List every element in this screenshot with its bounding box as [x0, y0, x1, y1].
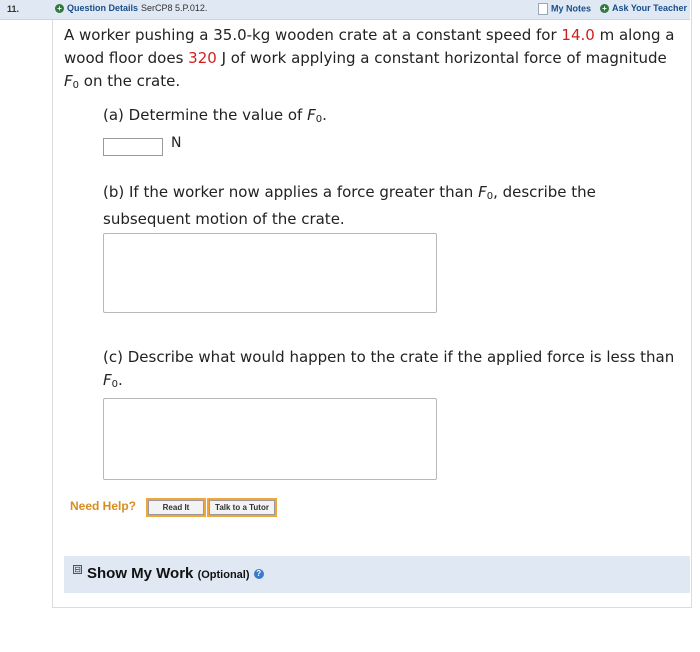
- part-c-answer-textarea[interactable]: [103, 398, 437, 480]
- part-a-unit: N: [171, 135, 182, 151]
- collapse-toggle-icon[interactable]: ⊟: [73, 565, 82, 574]
- force-variable: F: [103, 371, 112, 389]
- question-details-label: Question Details: [67, 3, 139, 13]
- help-icon[interactable]: ?: [253, 569, 264, 580]
- question-header-bar: 11. + Question Details SerCP8 5.P.012. My …: [0, 0, 690, 20]
- part-c-end: .: [118, 371, 123, 389]
- part-a-answer-input[interactable]: [103, 138, 163, 156]
- work-value: 320: [188, 49, 217, 67]
- question-number: 11.: [7, 4, 20, 14]
- part-a-end: .: [322, 106, 327, 124]
- question-text: A worker pushing a 35.0-kg wooden crate …: [64, 24, 684, 97]
- my-notes-label: My Notes: [551, 3, 592, 14]
- talk-to-tutor-button[interactable]: Talk to a Tutor: [207, 498, 277, 517]
- question-details-link[interactable]: + Question Details SerCP8 5.P.012.: [55, 3, 208, 14]
- plus-circle-icon: +: [55, 4, 64, 14]
- part-c-prompt: (c) Describe what would happen to the cr…: [103, 346, 683, 396]
- ask-teacher-link[interactable]: + Ask Your Teacher: [600, 3, 688, 14]
- question-code: SerCP8 5.P.012.: [141, 3, 208, 13]
- force-variable: F: [478, 183, 487, 201]
- part-a-text: (a) Determine the value of: [103, 106, 308, 124]
- my-notes-link[interactable]: My Notes: [538, 3, 591, 15]
- notepad-icon: [538, 3, 548, 15]
- show-my-work-label: Show My Work: [87, 565, 194, 582]
- need-help-label: Need Help?: [70, 499, 137, 513]
- show-my-work-panel[interactable]: ⊟ Show My Work (Optional) ?: [64, 556, 690, 593]
- part-c-text: (c) Describe what would happen to the cr…: [103, 348, 675, 366]
- question-text-part: J of work applying a constant horizontal…: [216, 49, 667, 67]
- force-variable: F: [64, 72, 73, 90]
- force-variable: F: [307, 106, 316, 124]
- question-text-part: A worker pushing a 35.0-kg wooden crate …: [64, 26, 562, 44]
- optional-label: (Optional): [197, 569, 250, 581]
- question-text-part: on the crate.: [79, 72, 181, 90]
- part-a-prompt: (a) Determine the value of F0.: [103, 104, 683, 131]
- read-it-button[interactable]: Read It: [146, 498, 206, 517]
- plus-circle-icon: +: [600, 4, 609, 14]
- part-b-prompt: (b) If the worker now applies a force gr…: [103, 181, 683, 231]
- ask-teacher-label: Ask Your Teacher: [612, 3, 688, 13]
- show-my-work-title: Show My Work (Optional) ?: [87, 565, 264, 582]
- part-b-text: (b) If the worker now applies a force gr…: [103, 183, 479, 201]
- distance-value: 14.0: [561, 26, 595, 44]
- part-b-answer-textarea[interactable]: [103, 233, 437, 313]
